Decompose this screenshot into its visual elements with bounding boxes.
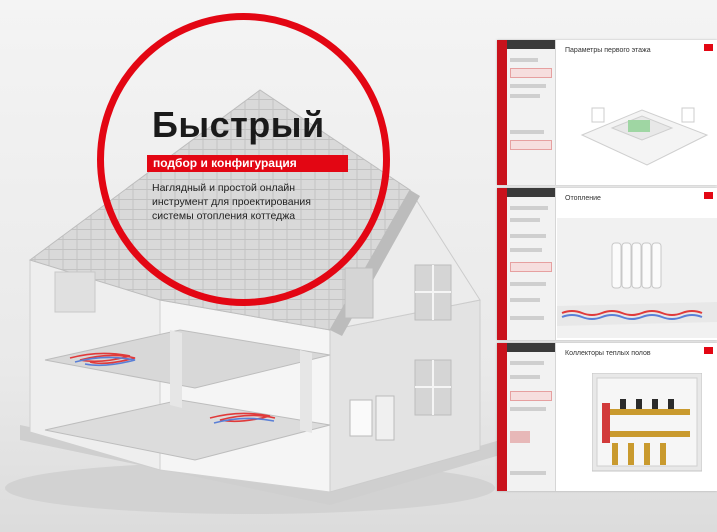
radiator-illustration (557, 218, 717, 338)
manifold-illustration (592, 373, 702, 472)
screenshot-title: Параметры первого этажа (565, 47, 651, 54)
hero-description: Наглядный и простой онлайн инструмент дл… (152, 182, 311, 222)
brand-logo-icon (702, 192, 713, 199)
app-sidebar (497, 40, 556, 185)
hero-tagline-badge: подбор и конфигурация (147, 155, 348, 172)
app-screenshot-heating: Отопление (497, 188, 717, 340)
screenshot-title: Отопление (565, 195, 601, 202)
app-sidebar (497, 343, 556, 491)
floor-plan-illustration (580, 107, 709, 166)
brand-logo-icon (702, 44, 713, 51)
hero-headline: Быстрый (152, 104, 325, 145)
app-sidebar (497, 188, 556, 340)
screenshot-title: Коллекторы теплых полов (565, 350, 651, 357)
app-screenshot-floor-params: Параметры первого этажа (497, 40, 717, 185)
app-screenshot-manifolds: Коллекторы теплых полов (497, 343, 717, 491)
hero-tagline: подбор и конфигурация (153, 156, 297, 170)
brand-logo-icon (702, 347, 713, 354)
